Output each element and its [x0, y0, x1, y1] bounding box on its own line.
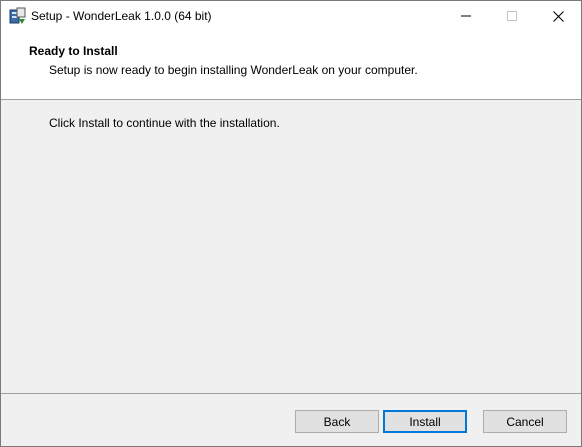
- maximize-icon: [507, 11, 517, 21]
- minimize-button[interactable]: [443, 1, 489, 31]
- setup-app-icon: [9, 7, 27, 25]
- wizard-header: Ready to Install Setup is now ready to b…: [1, 31, 581, 100]
- back-button[interactable]: Back: [295, 410, 379, 433]
- title-bar[interactable]: Setup - WonderLeak 1.0.0 (64 bit): [1, 1, 581, 31]
- minimize-icon: [461, 15, 471, 17]
- footer-divider: [1, 393, 581, 394]
- page-title: Ready to Install: [29, 44, 118, 58]
- window-title: Setup - WonderLeak 1.0.0 (64 bit): [31, 9, 212, 23]
- install-button[interactable]: Install: [383, 410, 467, 433]
- close-button[interactable]: [535, 1, 581, 31]
- install-message: Click Install to continue with the insta…: [49, 116, 280, 130]
- cancel-button[interactable]: Cancel: [483, 410, 567, 433]
- setup-window: Setup - WonderLeak 1.0.0 (64 bit) Ready …: [0, 0, 582, 447]
- maximize-button[interactable]: [489, 1, 535, 31]
- close-icon: [552, 10, 564, 22]
- page-subtitle: Setup is now ready to begin installing W…: [49, 63, 418, 77]
